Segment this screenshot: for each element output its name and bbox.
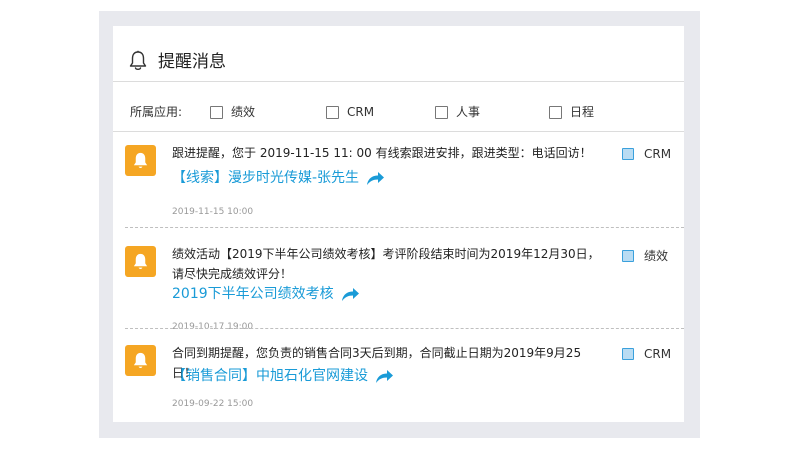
checkbox[interactable] [210,105,223,119]
message-text: 跟进提醒，您于 2019-11-15 11: 00 有线索跟进安排，跟进类型：电… [172,146,592,160]
bell-icon [133,152,148,168]
share-arrow-icon[interactable] [374,368,394,384]
filter-option-label: 日程 [570,105,595,119]
message-timestamp: 2019-11-15 10:00 [172,207,254,217]
filter-option-label: 绩效 [231,105,256,119]
message-link[interactable]: 【线索】漫步时光传媒-张先生 [172,168,385,188]
filter-option-label: CRM [347,105,375,119]
tag-label: 绩效 [644,249,669,263]
tag-square [622,148,634,160]
tag-label: CRM [644,347,672,361]
filter-option-performance[interactable]: 绩效 [210,104,255,120]
bell-icon [133,253,148,269]
message-link-label[interactable]: 2019下半年公司绩效考核 [172,284,334,304]
message-link-label[interactable]: 【销售合同】中旭石化官网建设 [172,366,368,386]
message-app-tag: 绩效 [622,248,668,264]
app-filter-bar: 所属应用: 绩效 CRM 人事 日程 [113,83,684,132]
message-item: 跟进提醒，您于 2019-11-15 11: 00 有线索跟进安排，跟进类型：电… [113,133,684,228]
filter-label: 所属应用: [130,105,183,119]
reminder-panel: 提醒消息 所属应用: 绩效 CRM 人事 日程 跟进提醒，您于 2019-11-… [113,26,684,422]
frame: 提醒消息 所属应用: 绩效 CRM 人事 日程 跟进提醒，您于 2019-11-… [99,11,700,438]
checkbox[interactable] [435,105,448,119]
message-item: 绩效活动【2019下半年公司绩效考核】考评阶段结束时间为2019年12月30日，… [113,228,684,332]
message-timestamp: 2019-09-22 15:00 [172,399,254,409]
message-item: 合同到期提醒，您负责的销售合同3天后到期，合同截止日期为2019年9月25日！ … [113,329,684,419]
panel-header: 提醒消息 [113,26,684,82]
tag-label: CRM [644,147,672,161]
share-arrow-icon[interactable] [340,286,360,302]
notification-badge [125,246,156,277]
message-link-label[interactable]: 【线索】漫步时光传媒-张先生 [172,168,359,188]
tag-square [622,348,634,360]
tag-square [622,250,634,262]
bell-icon [133,352,148,368]
filter-option-hr[interactable]: 人事 [435,104,480,120]
message-app-tag: CRM [622,346,671,362]
notification-badge [125,145,156,176]
message-link[interactable]: 2019下半年公司绩效考核 [172,284,360,304]
filter-option-crm[interactable]: CRM [326,104,374,120]
share-arrow-icon[interactable] [365,170,385,186]
filter-option-schedule[interactable]: 日程 [549,104,594,120]
filter-option-label: 人事 [456,105,481,119]
page-title: 提醒消息 [158,52,226,72]
checkbox[interactable] [549,105,562,119]
message-link[interactable]: 【销售合同】中旭石化官网建设 [172,366,394,386]
checkbox[interactable] [326,105,339,119]
bell-icon [129,50,147,71]
message-app-tag: CRM [622,146,671,162]
notification-badge [125,345,156,376]
message-text: 绩效活动【2019下半年公司绩效考核】考评阶段结束时间为2019年12月30日，… [172,247,600,281]
